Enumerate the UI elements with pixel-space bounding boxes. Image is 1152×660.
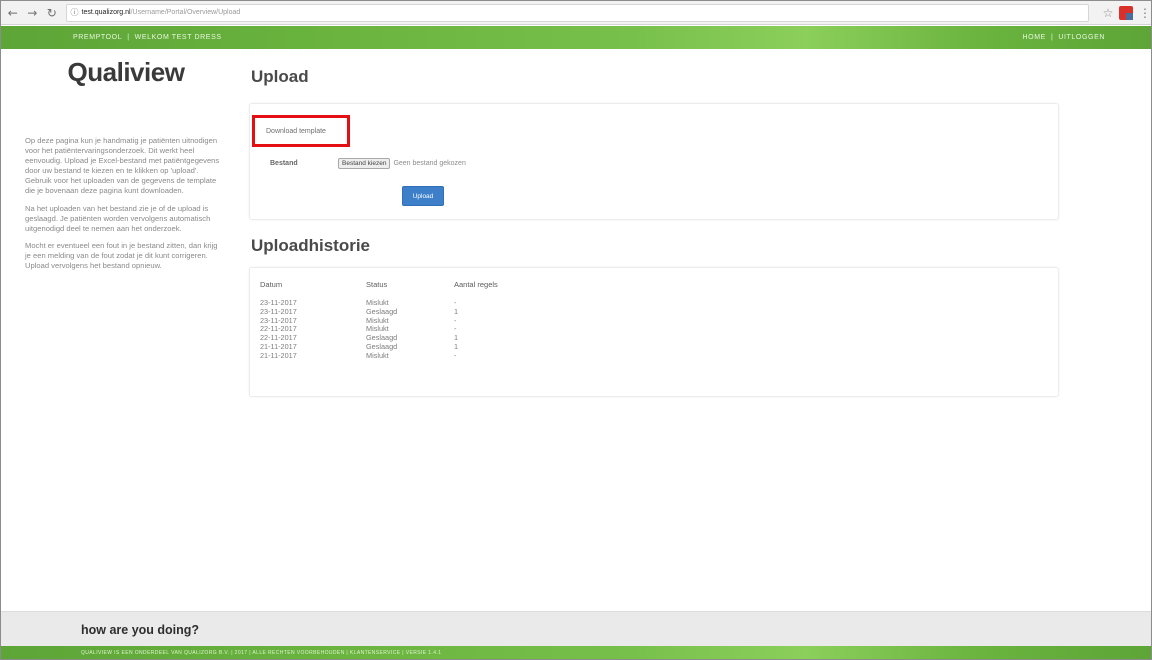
- cell-lines: -: [454, 315, 457, 325]
- cell-lines: -: [454, 298, 457, 307]
- reload-icon[interactable]: ↻: [44, 5, 60, 21]
- header-right-nav: Home | Uitloggen: [1023, 34, 1105, 41]
- instruction-paragraph: Na het uploaden van het bestand zie je o…: [25, 203, 211, 233]
- site-logo[interactable]: Qualiview: [37, 57, 215, 88]
- table-row: 22-11-2017 Mislukt -: [260, 325, 554, 334]
- column-header-date: Datum: [260, 280, 283, 289]
- column-header-lines: Aantal regels: [454, 280, 498, 289]
- header-separator: |: [127, 34, 130, 41]
- cell-lines: -: [454, 324, 457, 334]
- sidebar: Qualiview Op deze pagina kun je handmati…: [25, 57, 221, 278]
- table-row: 23-11-2017 Mislukt -: [260, 315, 554, 326]
- header-link-logout[interactable]: Uitloggen: [1058, 34, 1105, 41]
- table-row: 22-11-2017 Geslaagd 1: [260, 333, 554, 343]
- site-header: Premptool | Welkom Test Dress Home | Uit…: [1, 26, 1151, 49]
- table-row: 23-11-2017 Mislukt -: [260, 298, 554, 308]
- file-input-row: Bestand Bestand kiezen Geen bestand geko…: [270, 158, 466, 169]
- table-row: 23-11-2017 Geslaagd 1: [260, 306, 554, 317]
- main-content: Upload Download template Bestand Bestand…: [249, 67, 1059, 397]
- upload-heading: Upload: [251, 67, 309, 86]
- instruction-paragraph: Mocht er eventueel een fout in je bestan…: [25, 240, 218, 271]
- instruction-paragraph: Op deze pagina kun je handmatig je patië…: [25, 136, 220, 196]
- upload-history-panel: Datum Status Aantal regels 23-11-2017 Mi…: [249, 267, 1059, 397]
- feedback-footer: how are you doing?: [1, 611, 1151, 646]
- header-link-premptool[interactable]: Premptool: [73, 34, 122, 41]
- url-path: /Username/Portal/Overview/Upload: [130, 9, 241, 16]
- url-host: test.qualizorg.nl: [81, 9, 131, 16]
- cell-status: Mislukt: [366, 350, 389, 360]
- extension-icon[interactable]: [1119, 5, 1134, 20]
- table-header-row: Datum Status Aantal regels: [260, 280, 554, 299]
- legal-footer: Qualiview is een onderdeel van Qualizorg…: [1, 646, 1151, 659]
- upload-submit-button[interactable]: Upload: [402, 186, 444, 206]
- sidebar-instructions: Op deze pagina kun je handmatig je patië…: [25, 136, 221, 271]
- header-left-nav: Premptool | Welkom Test Dress: [73, 34, 222, 41]
- header-welcome-text: Welkom Test Dress: [134, 34, 222, 41]
- browser-window: ← → ↻ ⓘ test.qualizorg.nl /Username/Port…: [0, 0, 1152, 660]
- cell-lines: 1: [454, 333, 459, 343]
- header-link-home[interactable]: Home: [1023, 34, 1046, 41]
- download-template-button[interactable]: Download template: [252, 115, 350, 147]
- cell-lines: 1: [454, 341, 459, 351]
- cell-lines: 1: [454, 306, 459, 316]
- cell-lines: -: [454, 350, 457, 360]
- address-bar[interactable]: ⓘ test.qualizorg.nl /Username/Portal/Ove…: [65, 3, 1089, 22]
- forward-icon[interactable]: →: [25, 5, 41, 21]
- bookmark-star-icon[interactable]: ☆: [1103, 6, 1114, 20]
- header-separator: |: [1050, 34, 1054, 41]
- cell-date: 21-11-2017: [260, 350, 297, 360]
- file-label: Bestand: [270, 160, 298, 167]
- feedback-prompt[interactable]: how are you doing?: [81, 623, 199, 637]
- upload-history-heading: Uploadhistorie: [251, 236, 371, 255]
- page-info-icon[interactable]: ⓘ: [71, 7, 79, 18]
- table-row: 21-11-2017 Geslaagd 1: [260, 341, 554, 352]
- choose-file-button[interactable]: Bestand kiezen: [338, 158, 391, 169]
- browser-toolbar: ← → ↻ ⓘ test.qualizorg.nl /Username/Port…: [1, 1, 1151, 25]
- upload-history-table: Datum Status Aantal regels 23-11-2017 Mi…: [260, 280, 554, 361]
- table-row: 21-11-2017 Mislukt -: [260, 350, 554, 361]
- upload-panel: Download template Bestand Bestand kiezen…: [249, 103, 1059, 220]
- file-status-text: Geen bestand gekozen: [393, 160, 466, 167]
- column-header-status: Status: [366, 280, 388, 289]
- back-icon[interactable]: ←: [5, 5, 21, 21]
- browser-menu-icon[interactable]: ⋮: [1139, 6, 1151, 20]
